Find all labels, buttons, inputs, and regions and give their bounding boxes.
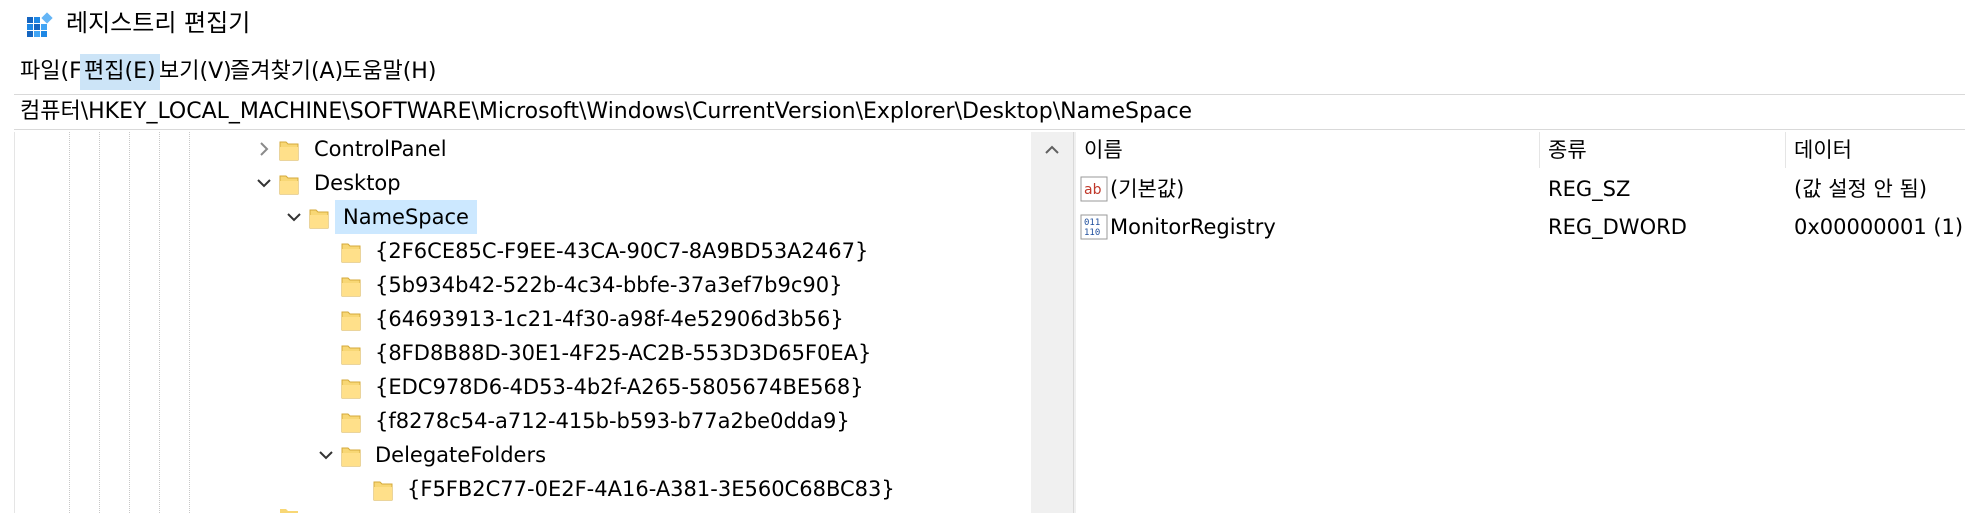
chevron-down-icon[interactable] bbox=[315, 438, 337, 472]
tree-item-label[interactable]: {EDC978D6-4D53-4b2f-A265-5805674BE568} bbox=[367, 370, 872, 404]
menu-view[interactable]: 보기(V) bbox=[155, 54, 236, 90]
menu-bar: 파일(F) 편집(E) 보기(V) 즐겨찾기(A) 도움말(H) bbox=[0, 54, 1965, 90]
folder-icon bbox=[341, 447, 361, 467]
folder-icon bbox=[341, 413, 361, 433]
folder-icon bbox=[341, 277, 361, 297]
svg-text:110: 110 bbox=[1084, 228, 1100, 238]
tree-scrollbar[interactable] bbox=[1031, 132, 1073, 513]
chevron-down-icon[interactable] bbox=[283, 200, 305, 234]
column-header-name[interactable]: 이름 bbox=[1076, 132, 1540, 168]
folder-icon bbox=[280, 509, 298, 513]
menu-favorites[interactable]: 즐겨찾기(A) bbox=[226, 54, 347, 90]
tree-item-label[interactable]: {64693913-1c21-4f30-a98f-4e52906d3b56} bbox=[367, 302, 852, 336]
folder-icon bbox=[341, 345, 361, 365]
tree-item-label[interactable]: {2F6CE85C-F9EE-43CA-90C7-8A9BD53A2467} bbox=[367, 234, 876, 268]
title-bar: 레지스트리 편집기 bbox=[0, 0, 1965, 46]
value-name: MonitorRegistry bbox=[1110, 215, 1276, 239]
chevron-up-icon[interactable] bbox=[1031, 132, 1073, 168]
tree-item-label[interactable]: Desktop bbox=[306, 166, 409, 200]
value-row-monitorregistry[interactable]: 011 110 MonitorRegistry REG_DWORD 0x0000… bbox=[1076, 208, 1965, 246]
binary-value-icon: 011 110 bbox=[1080, 214, 1108, 240]
regedit-icon bbox=[27, 12, 53, 37]
value-data: (값 설정 안 됨) bbox=[1794, 177, 1928, 201]
tree-item-guid[interactable]: {EDC978D6-4D53-4b2f-A265-5805674BE568} bbox=[15, 370, 1032, 404]
tree-item-delegatefolders[interactable]: DelegateFolders bbox=[15, 438, 1032, 472]
value-type: REG_DWORD bbox=[1548, 215, 1687, 239]
folder-icon bbox=[309, 209, 329, 229]
value-name: (기본값) bbox=[1110, 177, 1185, 201]
window-title: 레지스트리 편집기 bbox=[66, 9, 251, 37]
tree-item-label[interactable]: {8FD8B88D-30E1-4F25-AC2B-553D3D65F0EA} bbox=[367, 336, 879, 370]
key-tree[interactable]: ControlPanel Desktop NameSpace {2F6CE85C… bbox=[14, 132, 1032, 513]
tree-item-label[interactable]: {F5FB2C77-0E2F-4A16-A381-3E560C68BC83} bbox=[399, 472, 903, 506]
column-header-type[interactable]: 종류 bbox=[1540, 132, 1786, 168]
value-row-default[interactable]: ab (기본값) REG_SZ (값 설정 안 됨) bbox=[1076, 170, 1965, 208]
address-path[interactable]: 컴퓨터\HKEY_LOCAL_MACHINE\SOFTWARE\Microsof… bbox=[20, 97, 1192, 127]
chevron-down-icon[interactable] bbox=[253, 166, 275, 200]
column-header-data[interactable]: 데이터 bbox=[1786, 132, 1965, 168]
folder-icon bbox=[279, 175, 299, 195]
tree-item-desktop[interactable]: Desktop bbox=[15, 166, 1032, 200]
tree-item-label[interactable]: ControlPanel bbox=[306, 132, 455, 166]
folder-icon bbox=[341, 379, 361, 399]
folder-icon bbox=[341, 311, 361, 331]
tree-item-guid[interactable]: {2F6CE85C-F9EE-43CA-90C7-8A9BD53A2467} bbox=[15, 234, 1032, 268]
svg-text:ab: ab bbox=[1084, 182, 1102, 198]
value-type: REG_SZ bbox=[1548, 177, 1631, 201]
tree-item-guid[interactable]: {8FD8B88D-30E1-4F25-AC2B-553D3D65F0EA} bbox=[15, 336, 1032, 370]
value-list[interactable]: 이름 종류 데이터 ab (기본값) REG_SZ (값 설정 안 됨) 011… bbox=[1076, 132, 1965, 513]
tree-item-namespace[interactable]: NameSpace bbox=[15, 200, 1032, 234]
tree-item-label[interactable]: {f8278c54-a712-415b-b593-b77a2be0dda9} bbox=[367, 404, 858, 438]
tree-item-controlpanel[interactable]: ControlPanel bbox=[15, 132, 1032, 166]
menu-help[interactable]: 도움말(H) bbox=[338, 54, 440, 90]
tree-item-guid[interactable]: {64693913-1c21-4f30-a98f-4e52906d3b56} bbox=[15, 302, 1032, 336]
tree-item-label[interactable]: {5b934b42-522b-4c34-bbfe-37a3ef7b9c90} bbox=[367, 268, 850, 302]
value-data: 0x00000001 (1) bbox=[1794, 215, 1964, 239]
chevron-right-icon[interactable] bbox=[253, 132, 275, 166]
svg-text:011: 011 bbox=[1084, 218, 1100, 228]
folder-icon bbox=[279, 141, 299, 161]
string-value-icon: ab bbox=[1080, 176, 1108, 202]
tree-item-guid[interactable]: {5b934b42-522b-4c34-bbfe-37a3ef7b9c90} bbox=[15, 268, 1032, 302]
folder-icon bbox=[373, 481, 393, 501]
folder-icon bbox=[341, 243, 361, 263]
menu-edit[interactable]: 편집(E) bbox=[80, 54, 160, 90]
tree-item-guid[interactable]: {F5FB2C77-0E2F-4A16-A381-3E560C68BC83} bbox=[15, 472, 1032, 506]
address-bar[interactable]: 컴퓨터\HKEY_LOCAL_MACHINE\SOFTWARE\Microsof… bbox=[14, 94, 1965, 130]
tree-item-guid[interactable]: {f8278c54-a712-415b-b593-b77a2be0dda9} bbox=[15, 404, 1032, 438]
tree-item-label[interactable]: NameSpace bbox=[335, 200, 477, 234]
tree-item-label[interactable]: DelegateFolders bbox=[367, 438, 554, 472]
